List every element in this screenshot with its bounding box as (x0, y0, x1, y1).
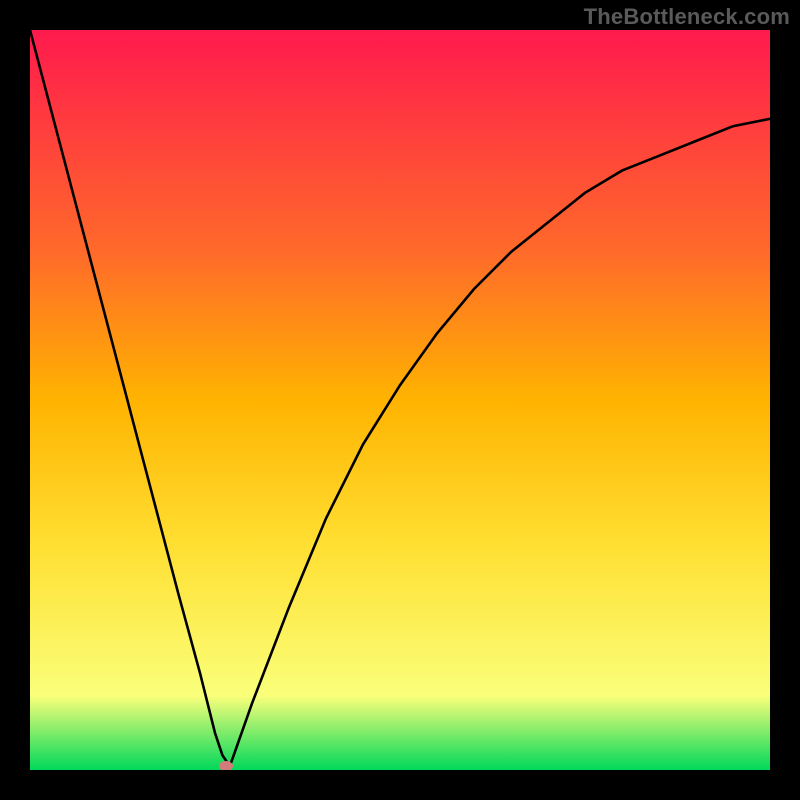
optimum-marker (219, 761, 233, 770)
chart-frame: TheBottleneck.com (0, 0, 800, 800)
attribution-text: TheBottleneck.com (584, 4, 790, 30)
gradient-background (30, 30, 770, 770)
bottleneck-curve (30, 30, 770, 770)
plot-area (30, 30, 770, 770)
